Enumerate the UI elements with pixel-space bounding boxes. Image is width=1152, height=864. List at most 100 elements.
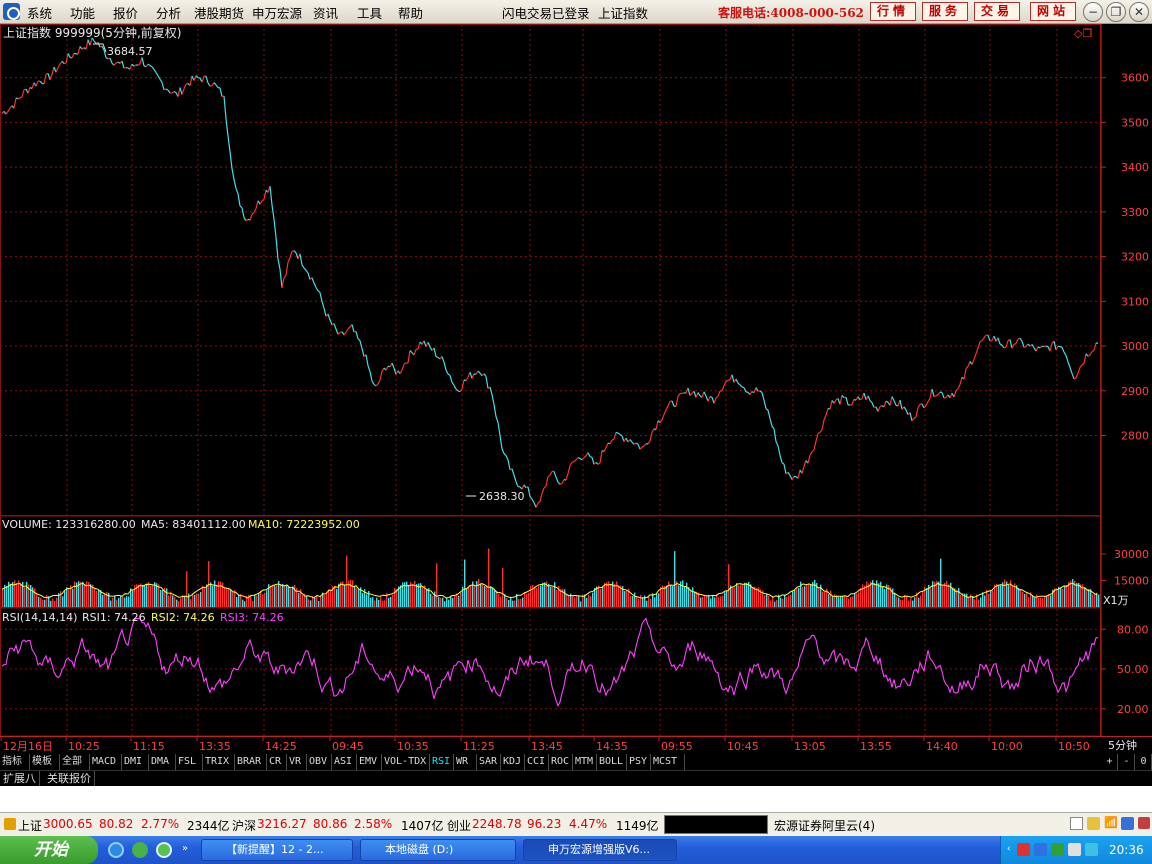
menu-analysis[interactable]: 分析 (156, 3, 181, 22)
zoom-in-button[interactable]: + (1102, 754, 1118, 770)
volume-bar (430, 593, 432, 607)
task-swhy-app[interactable]: 申万宏源增强版V6... (523, 839, 677, 861)
price-segment (483, 373, 487, 377)
tray-security-icon[interactable] (1017, 843, 1030, 856)
indicator-tab-rsi[interactable]: RSI (430, 754, 454, 770)
volume-bar (754, 586, 756, 607)
cy-label[interactable]: 创业 (447, 817, 471, 834)
menu-quote[interactable]: 报价 (113, 3, 138, 22)
price-segment (765, 408, 769, 411)
menu-help[interactable]: 帮助 (398, 3, 423, 22)
indicator-tab-mcst[interactable]: MCST (651, 754, 685, 770)
price-segment (571, 460, 575, 464)
hs-label[interactable]: 沪深 (232, 817, 256, 834)
indicator-tab-brar[interactable]: BRAR (235, 754, 267, 770)
volume-bar (538, 586, 540, 607)
indicator-tab-模板[interactable]: 模板 (30, 754, 60, 770)
volume-bar (350, 579, 352, 607)
price-segment (911, 417, 915, 422)
indicator-tab-dma[interactable]: DMA (149, 754, 176, 770)
tab-extension[interactable]: 扩展八 (0, 771, 40, 786)
indicator-tab-trix[interactable]: TRIX (203, 754, 235, 770)
tray-volume-icon[interactable] (1068, 843, 1081, 856)
tray-shield-icon[interactable] (1051, 843, 1064, 856)
price-segment (839, 395, 843, 405)
indicator-tab-wr[interactable]: WR (454, 754, 477, 770)
quote-button[interactable]: 行情 (870, 2, 916, 21)
window-icon[interactable] (1070, 817, 1083, 830)
kline-chart-panel[interactable]: 3600 3500 3400 3300 3200 3100 3000 2900 2800 3000… (0, 24, 1152, 754)
broker-server[interactable]: 宏源证券阿里云(4) (774, 817, 875, 834)
task-local-disk[interactable]: 本地磁盘 (D:) (360, 839, 516, 861)
indicator-tab-kdj[interactable]: KDJ (501, 754, 525, 770)
indicator-tab-fsl[interactable]: FSL (176, 754, 203, 770)
restore-icon[interactable]: ❐ (1106, 2, 1126, 22)
indicator-tab-cr[interactable]: CR (267, 754, 287, 770)
close-icon[interactable]: ✕ (1129, 2, 1149, 22)
tray-network-icon[interactable] (1034, 843, 1047, 856)
desktop-icon[interactable] (132, 842, 148, 858)
menu-swhy[interactable]: 申万宏源 (252, 3, 302, 22)
menu-function[interactable]: 功能 (70, 3, 95, 22)
price-segment (993, 335, 997, 342)
indicator-tab-emv[interactable]: EMV (357, 754, 382, 770)
indicator-tab-boll[interactable]: BOLL (597, 754, 627, 770)
price-segment (49, 74, 53, 81)
volume-bar (372, 597, 374, 607)
tray-expand-icon[interactable]: ‹ (1007, 844, 1011, 854)
hs-pct: 2.58% (354, 817, 393, 831)
menu-news[interactable]: 资讯 (313, 3, 338, 22)
menu-hk-futures[interactable]: 港股期货 (194, 3, 244, 22)
tab-related-quotes[interactable]: 关联报价 (44, 771, 95, 786)
price-segment (973, 353, 977, 360)
task-reminder[interactable]: 【新提醒】12 - 2... (201, 839, 353, 861)
expand-quicklaunch-icon[interactable]: » (182, 843, 188, 854)
indicator-tab-macd[interactable]: MACD (90, 754, 122, 770)
price-segment (1063, 351, 1067, 356)
volume-bar (798, 588, 800, 607)
browser-icon[interactable] (156, 842, 172, 858)
price-segment (979, 340, 983, 343)
trade-button[interactable]: 交易 (974, 2, 1020, 21)
price-segment (771, 425, 775, 430)
indicator-tab-dmi[interactable]: DMI (122, 754, 149, 770)
indicator-tab-mtm[interactable]: MTM (573, 754, 597, 770)
settings-icon[interactable] (1121, 817, 1134, 830)
website-button[interactable]: 网站 (1030, 2, 1076, 21)
indicator-tab-cci[interactable]: CCI (525, 754, 549, 770)
volume-bar (64, 591, 66, 607)
price-segment (559, 482, 563, 485)
chart-options-icon[interactable]: ◇❐ (1074, 27, 1092, 40)
indicator-tab-psy[interactable]: PSY (627, 754, 651, 770)
indicator-tab-obv[interactable]: OBV (307, 754, 332, 770)
price-segment (511, 468, 515, 476)
volume-bar (880, 581, 882, 607)
reset-zoom-button[interactable]: 0 (1136, 754, 1152, 770)
period-label[interactable]: 5分钟 (1108, 738, 1137, 752)
indicator-tab-vr[interactable]: VR (287, 754, 307, 770)
price-segment (567, 465, 571, 474)
volume-bar (436, 563, 438, 607)
lock-icon[interactable] (1087, 817, 1100, 830)
price-segment (337, 331, 341, 335)
price-segment (779, 455, 783, 463)
indicator-tab-roc[interactable]: ROC (549, 754, 573, 770)
tray-im-icon[interactable] (1085, 843, 1098, 856)
sh-label[interactable]: 上证 (18, 817, 42, 834)
volume-bar (920, 595, 922, 607)
indicator-tab-指标[interactable]: 指标 (0, 754, 30, 770)
service-button[interactable]: 服务 (922, 2, 968, 21)
indicator-tab-全部[interactable]: 全部 (60, 754, 90, 770)
volume-bar (830, 590, 832, 607)
indicator-tab-asi[interactable]: ASI (332, 754, 357, 770)
minimize-icon[interactable]: − (1083, 2, 1103, 22)
indicator-tab-sar[interactable]: SAR (477, 754, 501, 770)
menu-tools[interactable]: 工具 (357, 3, 382, 22)
ie-icon[interactable] (108, 842, 124, 858)
menu-system[interactable]: 系统 (27, 3, 52, 22)
indicator-tab-vol-tdx[interactable]: VOL-TDX (382, 754, 430, 770)
alert-icon[interactable] (1138, 817, 1150, 829)
volume-bar (524, 592, 526, 607)
start-button[interactable]: 开始 (0, 836, 98, 864)
zoom-out-button[interactable]: - (1119, 754, 1135, 770)
